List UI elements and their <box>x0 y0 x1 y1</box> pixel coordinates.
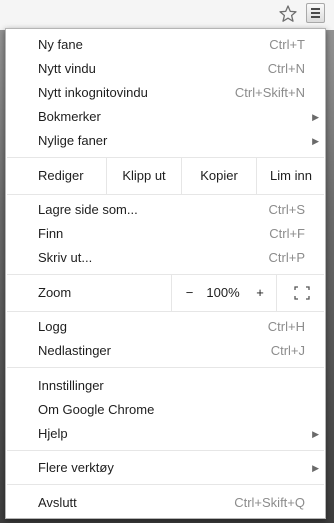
submenu-arrow-icon: ▶ <box>312 463 319 473</box>
menu-separator <box>7 450 324 451</box>
paste-button[interactable]: Lim inn <box>256 158 325 194</box>
menu-item-label: Nylige faner <box>38 133 108 148</box>
menu-item-label: Skriv ut... <box>38 250 93 265</box>
zoom-out-button[interactable]: − <box>171 275 207 311</box>
fullscreen-icon <box>294 286 310 300</box>
edit-label: Rediger <box>38 168 84 183</box>
menu-item-label: Om Google Chrome <box>38 402 155 417</box>
edit-row: Rediger Klipp ut Kopier Lim inn <box>6 158 325 194</box>
menu-item-new-tab[interactable]: Ny fane Ctrl+T <box>6 33 325 57</box>
hamburger-icon-line <box>311 16 320 18</box>
menu-item-shortcut: Ctrl+F <box>269 226 305 241</box>
menu-item-new-window[interactable]: Nytt vindu Ctrl+N <box>6 57 325 81</box>
copy-button[interactable]: Kopier <box>181 158 256 194</box>
menu-item-more-tools[interactable]: Flere verktøy ▶ <box>6 456 325 480</box>
menu-item-label: Nedlastinger <box>38 343 111 358</box>
zoom-in-button[interactable]: + <box>244 275 276 311</box>
menu-item-label: Hjelp <box>38 426 68 441</box>
menu-item-label: Ny fane <box>38 37 83 52</box>
fullscreen-button[interactable] <box>276 275 325 311</box>
menu-separator <box>7 484 324 485</box>
browser-window: Ny fane Ctrl+T Nytt vindu Ctrl+N Nytt in… <box>0 0 334 523</box>
menu-item-label: Nytt vindu <box>38 61 96 76</box>
hamburger-icon <box>311 8 320 10</box>
menu-item-history[interactable]: Logg Ctrl+H <box>6 315 325 339</box>
menu-item-shortcut: Ctrl+J <box>270 343 305 358</box>
menu-item-exit[interactable]: Avslutt Ctrl+Skift+Q <box>6 491 325 515</box>
menu-item-bookmarks[interactable]: Bokmerker ▶ <box>6 105 325 129</box>
menu-item-save-page-as[interactable]: Lagre side som... Ctrl+S <box>6 198 325 222</box>
cut-button[interactable]: Klipp ut <box>106 158 181 194</box>
submenu-arrow-icon: ▶ <box>312 136 319 146</box>
menu-item-recent-tabs[interactable]: Nylige faner ▶ <box>6 129 325 153</box>
menu-item-find[interactable]: Finn Ctrl+F <box>6 222 325 246</box>
browser-toolbar <box>0 0 334 30</box>
chrome-menu-button[interactable] <box>306 3 325 23</box>
menu-item-label: Lagre side som... <box>38 202 138 217</box>
menu-item-label: Flere verktøy <box>38 460 114 475</box>
menu-separator <box>7 194 324 195</box>
submenu-arrow-icon: ▶ <box>312 429 319 439</box>
bookmark-star-icon[interactable] <box>278 4 298 24</box>
zoom-value: 100% <box>206 285 240 300</box>
menu-item-help[interactable]: Hjelp ▶ <box>6 422 325 446</box>
menu-item-label: Logg <box>38 319 67 334</box>
menu-separator <box>7 367 324 368</box>
submenu-arrow-icon: ▶ <box>312 112 319 122</box>
menu-item-shortcut: Ctrl+H <box>267 319 305 334</box>
menu-item-shortcut: Ctrl+T <box>269 37 305 52</box>
menu-item-label: Finn <box>38 226 64 241</box>
hamburger-icon-line <box>311 12 320 14</box>
menu-item-print[interactable]: Skriv ut... Ctrl+P <box>6 246 325 270</box>
menu-item-about-chrome[interactable]: Om Google Chrome <box>6 398 325 422</box>
menu-item-label: Avslutt <box>38 495 77 510</box>
menu-item-downloads[interactable]: Nedlastinger Ctrl+J <box>6 339 325 363</box>
menu-item-shortcut: Ctrl+N <box>267 61 305 76</box>
menu-item-label: Innstillinger <box>38 378 104 393</box>
menu-item-settings[interactable]: Innstillinger <box>6 374 325 398</box>
zoom-label: Zoom <box>38 285 72 300</box>
zoom-row: Zoom − 100% + <box>6 275 325 311</box>
menu-item-shortcut: Ctrl+Skift+Q <box>234 495 305 510</box>
chrome-main-menu: Ny fane Ctrl+T Nytt vindu Ctrl+N Nytt in… <box>5 28 326 519</box>
menu-item-label: Nytt inkognitovindu <box>38 85 148 100</box>
menu-item-new-incognito-window[interactable]: Nytt inkognitovindu Ctrl+Skift+N <box>6 81 325 105</box>
menu-item-shortcut: Ctrl+P <box>268 250 305 265</box>
menu-separator <box>7 311 324 312</box>
menu-item-shortcut: Ctrl+Skift+N <box>234 85 305 100</box>
menu-item-shortcut: Ctrl+S <box>268 202 305 217</box>
menu-item-label: Bokmerker <box>38 109 101 124</box>
